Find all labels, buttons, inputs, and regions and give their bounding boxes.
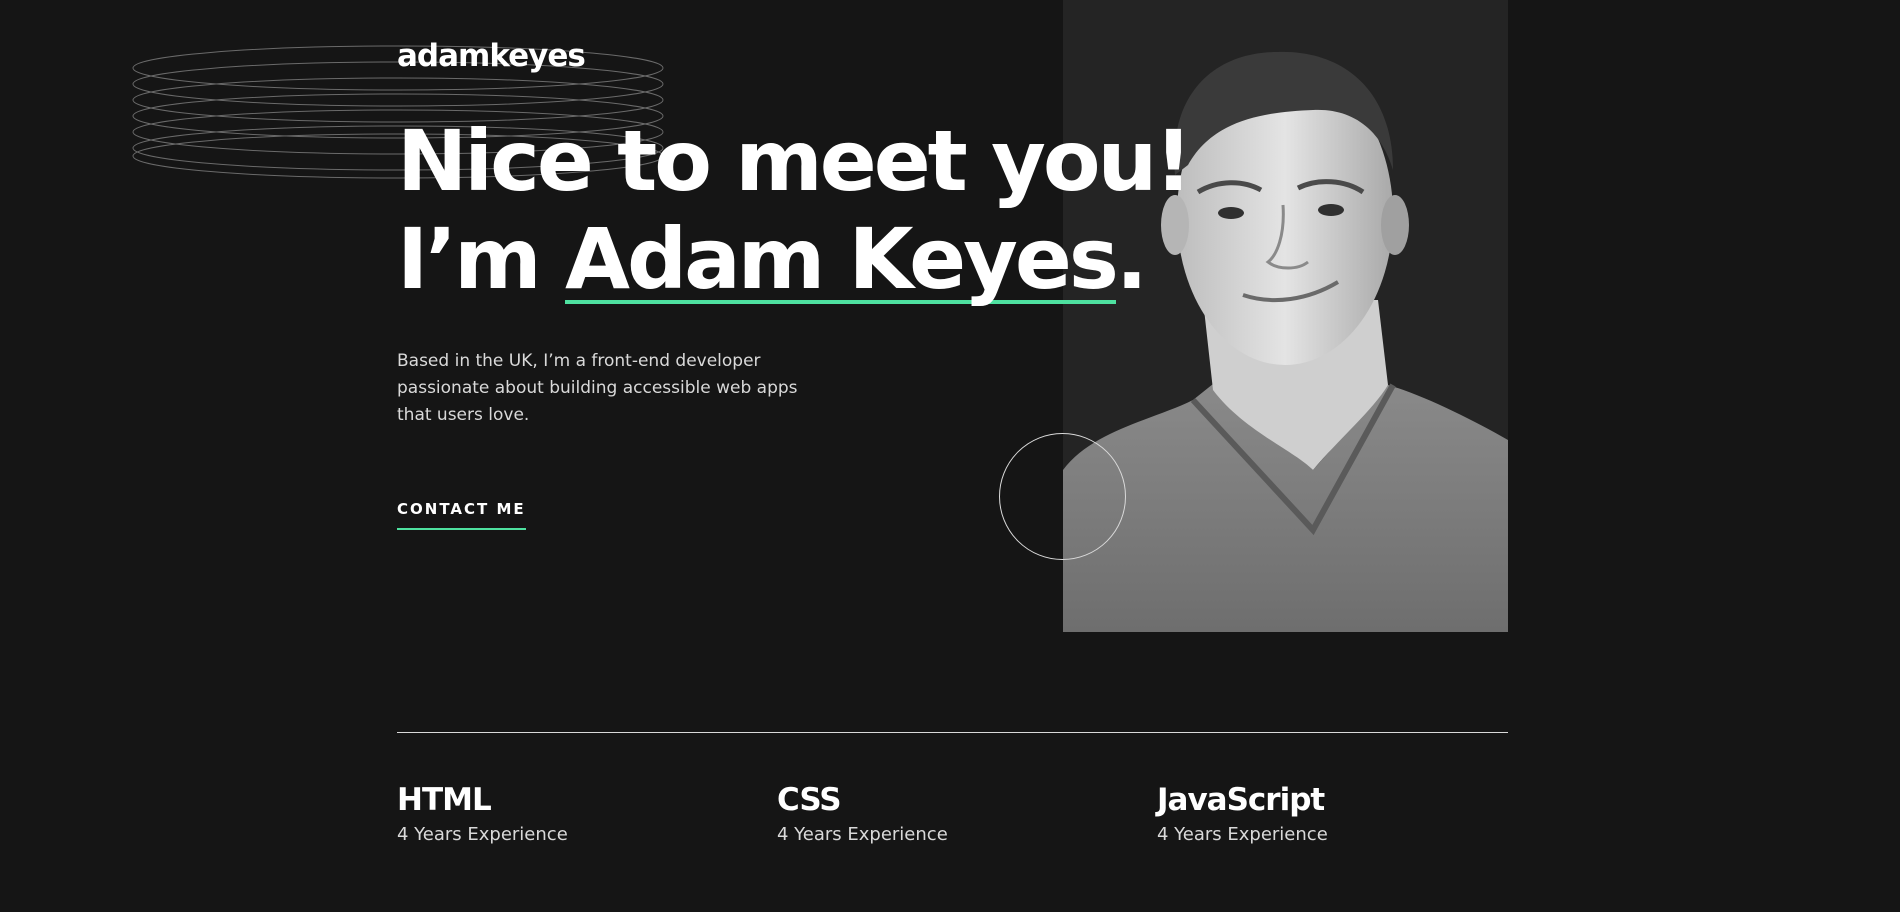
site-logo[interactable]: adamkeyes: [397, 36, 586, 76]
portfolio-hero-page: adamkeyes Nice to meet you! I’m Adam Key…: [0, 0, 1900, 912]
circle-pattern-icon: [999, 433, 1126, 560]
skill-name: HTML: [397, 782, 492, 818]
headline-line-greeting: Nice to meet you!: [397, 112, 1193, 210]
contact-me-button[interactable]: CONTACT ME: [397, 498, 526, 530]
hero-intro-text: Based in the UK, I’m a front-end develop…: [397, 351, 798, 425]
headline-prefix: I’m: [397, 210, 565, 308]
headline-name: Adam Keyes: [564, 210, 1119, 308]
skill-name: JavaScript: [1157, 782, 1325, 818]
profile-portrait-image: [1063, 51, 1508, 632]
hero-headline: Nice to meet you! I’m Adam Keyes.: [397, 112, 1193, 308]
skill-experience: 4 Years Experience: [397, 824, 568, 845]
skill-item-css: CSS 4 Years Experience: [777, 780, 948, 848]
section-divider: [397, 732, 1508, 733]
profile-photo: [1063, 0, 1508, 632]
skill-item-javascript: JavaScript 4 Years Experience: [1157, 780, 1328, 848]
headline-suffix: .: [1115, 210, 1148, 308]
skill-experience: 4 Years Experience: [1157, 824, 1328, 845]
headline-line-name: I’m Adam Keyes.: [397, 210, 1190, 308]
skill-item-html: HTML 4 Years Experience: [397, 780, 568, 848]
skill-name: CSS: [777, 782, 842, 818]
skill-experience: 4 Years Experience: [777, 824, 948, 845]
